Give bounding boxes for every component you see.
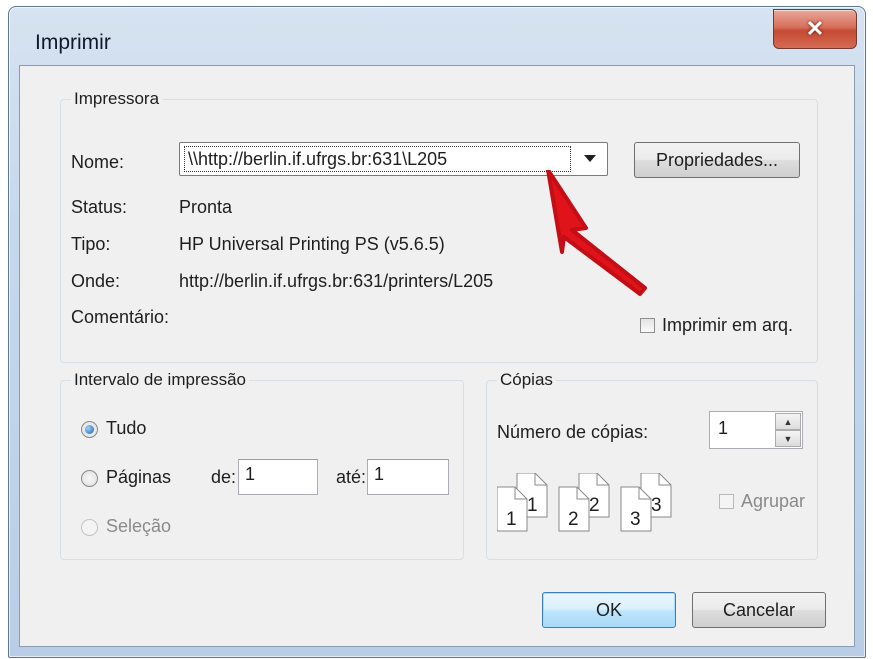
- print-to-file-checkbox[interactable]: [640, 318, 655, 333]
- where-label: Onde:: [71, 271, 121, 291]
- from-page-input[interactable]: 1: [238, 459, 318, 495]
- printer-name-value: \\http://berlin.if.ufrgs.br:631\L205: [184, 146, 571, 172]
- status-label: Status:: [71, 197, 128, 217]
- type-value: HP Universal Printing PS (v5.6.5): [179, 234, 445, 254]
- print-range-group-label: Intervalo de impressão: [71, 370, 249, 390]
- ok-button[interactable]: OK: [542, 592, 676, 628]
- dialog-client-area: Impressora Nome: \\http://berlin.if.ufrg…: [19, 65, 855, 647]
- copies-group-label: Cópias: [497, 370, 556, 390]
- radio-pages[interactable]: [81, 470, 98, 487]
- copies-group: Cópias Número de cópias: 1 ▲ ▼ 1 1 2 2 3…: [486, 370, 818, 560]
- printer-name-label: Nome:: [71, 152, 125, 172]
- svg-text:1: 1: [527, 495, 538, 516]
- printer-group-label: Impressora: [71, 89, 163, 109]
- cancel-button[interactable]: Cancelar: [692, 592, 826, 628]
- comment-label: Comentário:: [71, 307, 170, 327]
- svg-text:2: 2: [589, 495, 600, 516]
- collate-checkbox: [719, 494, 734, 509]
- svg-text:1: 1: [506, 509, 517, 530]
- copies-count-label: Número de cópias:: [497, 422, 649, 442]
- spin-up-icon[interactable]: ▲: [775, 413, 801, 430]
- status-value: Pronta: [179, 197, 233, 217]
- close-icon: ✕: [805, 16, 825, 41]
- svg-text:2: 2: [568, 509, 579, 530]
- type-label: Tipo:: [71, 234, 111, 254]
- print-dialog: Imprimir ✕ Impressora Nome: \\http://ber…: [8, 6, 866, 658]
- spin-down-icon[interactable]: ▼: [775, 430, 801, 447]
- copies-count-value: 1: [718, 418, 729, 438]
- close-button[interactable]: ✕: [773, 9, 857, 49]
- to-label: até:: [336, 467, 367, 487]
- collate-label: Agrupar: [741, 491, 806, 511]
- svg-text:3: 3: [651, 495, 662, 516]
- radio-all-label[interactable]: Tudo: [106, 418, 146, 439]
- collate-pages-icon: 1 1 2 2 3 3: [497, 473, 672, 532]
- where-value: http://berlin.if.ufrgs.br:631/printers/L…: [179, 271, 494, 291]
- title-bar[interactable]: Imprimir ✕: [9, 7, 865, 65]
- radio-pages-label[interactable]: Páginas: [106, 467, 171, 488]
- printer-group: Impressora Nome: \\http://berlin.if.ufrg…: [60, 89, 818, 363]
- dialog-title: Imprimir: [35, 31, 111, 54]
- svg-text:3: 3: [630, 509, 641, 530]
- radio-selection-label: Seleção: [106, 516, 172, 536]
- from-label: de:: [211, 467, 237, 487]
- annotation-arrow-icon: [546, 170, 647, 296]
- radio-all[interactable]: [81, 421, 98, 438]
- print-to-file-label[interactable]: Imprimir em arq.: [662, 315, 793, 336]
- copies-count-stepper[interactable]: 1 ▲ ▼: [709, 411, 803, 449]
- spin-buttons: ▲ ▼: [775, 413, 801, 447]
- radio-selection: [81, 519, 98, 536]
- print-range-group: Intervalo de impressão Tudo Páginas de: …: [60, 370, 464, 560]
- to-page-input[interactable]: 1: [367, 459, 449, 495]
